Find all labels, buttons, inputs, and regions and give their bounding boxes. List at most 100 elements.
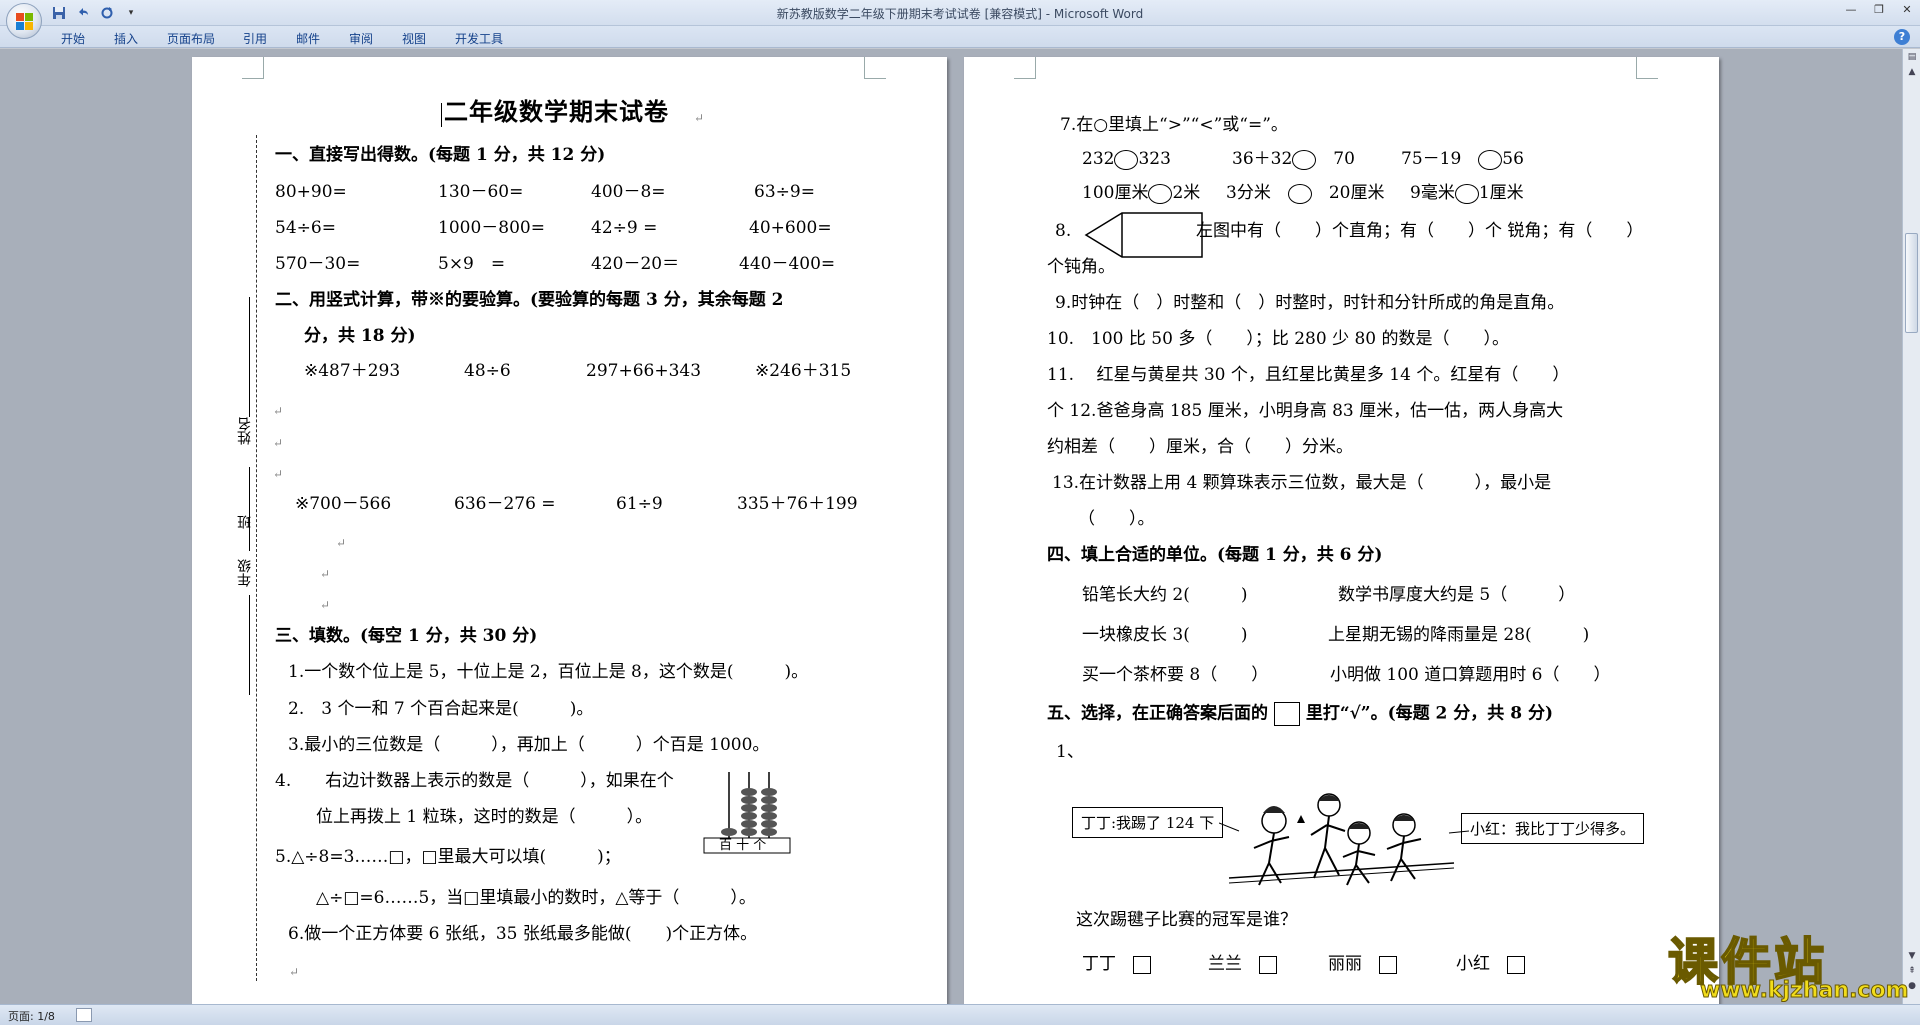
compare-circle[interactable]	[1454, 183, 1479, 204]
section-5-heading[interactable]: 五、选择，在正确答案后面的 里打“√”。(每题 2 分，共 8 分)	[1047, 702, 1553, 726]
compare-item[interactable]: 232 323	[1082, 148, 1171, 170]
question-10[interactable]: 10. 100 比 50 多（ ）；比 280 少 80 的数是（ ）。	[1047, 328, 1509, 350]
calc-item[interactable]: 400－8=	[591, 181, 666, 203]
tab-insert[interactable]: 插入	[114, 30, 138, 47]
question-6[interactable]: 6.做一个正方体要 6 张纸，35 张纸最多能做( )个正方体。	[288, 923, 757, 945]
choice-dingding[interactable]: 丁丁	[1082, 953, 1151, 975]
compare-item[interactable]: 9毫米 1厘米	[1410, 182, 1524, 204]
vertical-calc-item[interactable]: ※246＋315	[755, 360, 851, 382]
page-count[interactable]: 页面: 1/8	[8, 1008, 55, 1024]
compare-item[interactable]: 36＋32 70	[1232, 148, 1355, 170]
checkbox-icon[interactable]	[1259, 955, 1277, 974]
vertical-calc-item[interactable]: ※487＋293	[304, 360, 400, 382]
unit-item[interactable]: 数学书厚度大约是 5（ ）	[1338, 584, 1575, 606]
question-5[interactable]: 5.△÷8=3……□，□里最大可以填( )；	[275, 846, 621, 868]
checkbox-icon[interactable]	[1379, 955, 1397, 974]
office-button[interactable]	[6, 3, 42, 39]
choice-xiaohong[interactable]: 小红	[1456, 953, 1525, 975]
question-12-cont[interactable]: 约相差（ ）厘米，合（ ）分米。	[1047, 436, 1353, 458]
calc-item[interactable]: 130－60=	[438, 181, 523, 203]
choice-lanlan[interactable]: 兰兰	[1208, 953, 1277, 975]
vertical-scrollbar[interactable]: ▤ ▲ ▼ ⇞ ●	[1902, 49, 1920, 1004]
compare-item[interactable]: 100厘米 2米	[1082, 182, 1200, 204]
minimize-icon[interactable]: —	[1844, 3, 1858, 17]
tab-developer[interactable]: 开发工具	[455, 30, 503, 47]
question-8[interactable]: 左图中有（ ）个直角；有（ ）个 锐角；有（ ）	[1196, 220, 1643, 242]
tab-references[interactable]: 引用	[243, 30, 267, 47]
compare-circle[interactable]	[1292, 149, 1317, 170]
question-3[interactable]: 3.最小的三位数是（ ），再加上（ ）个百是 1000。	[288, 734, 769, 756]
question-8-number[interactable]: 8.	[1055, 220, 1071, 242]
section-2-heading-cont[interactable]: 分，共 18 分)	[304, 325, 416, 347]
tab-page-layout[interactable]: 页面布局	[167, 30, 215, 47]
calc-item[interactable]: 40+600=	[749, 217, 832, 239]
section-5-heading-part1: 五、选择，在正确答案后面的	[1047, 703, 1268, 724]
compare-circle[interactable]	[1478, 149, 1503, 170]
scroll-up-icon[interactable]: ▲	[1905, 65, 1919, 79]
vertical-calc-item[interactable]: 61÷9	[616, 493, 663, 515]
section-1-heading[interactable]: 一、直接写出得数。(每题 1 分，共 12 分)	[275, 144, 605, 166]
section-3-heading[interactable]: 三、填数。(每空 1 分，共 30 分)	[275, 625, 537, 647]
question-11[interactable]: 11. 红星与黄星共 30 个，且红星比黄星多 14 个。红星有（ ）	[1047, 364, 1569, 386]
page-left: 二年级数学期末试卷 ↵ 一、直接写出得数。(每题 1 分，共 12 分) 80+…	[192, 57, 947, 1004]
calc-item[interactable]: 42÷9 =	[591, 217, 657, 239]
vertical-calc-item[interactable]: ※700－566	[295, 493, 391, 515]
calc-item[interactable]: 570－30=	[275, 253, 360, 275]
ruler-toggle-icon[interactable]: ▤	[1905, 50, 1919, 64]
calc-item[interactable]: 440－400=	[739, 253, 835, 275]
office-logo-icon	[16, 13, 33, 30]
vertical-calc-item[interactable]: 297+66+343	[586, 360, 701, 382]
vertical-calc-item[interactable]: 48÷6	[464, 360, 511, 382]
unit-item[interactable]: 上星期无锡的降雨量是 28( )	[1328, 624, 1589, 646]
question-4-cont[interactable]: 位上再拨上 1 粒珠，这时的数是（ ）。	[316, 806, 652, 828]
question-12[interactable]: 个 12.爸爸身高 185 厘米，小明身高 83 厘米，估一估，两人身高大	[1047, 400, 1563, 422]
question-8-cont[interactable]: 个钝角。	[1047, 256, 1115, 278]
vertical-calc-item[interactable]: 335＋76＋199	[737, 493, 858, 515]
proofing-icon[interactable]	[76, 1008, 92, 1022]
question-13[interactable]: 13.在计数器上用 4 颗算珠表示三位数，最大是（ ），最小是	[1052, 472, 1551, 494]
calc-item[interactable]: 5×9 =	[438, 253, 505, 275]
compare-circle[interactable]	[1114, 149, 1139, 170]
section-2-heading[interactable]: 二、用竖式计算，带※的要验算。(要验算的每题 3 分，其余每题 2	[275, 289, 783, 311]
scroll-down-icon[interactable]: ▼	[1905, 949, 1919, 963]
tab-home[interactable]: 开始	[61, 30, 85, 47]
scroll-thumb[interactable]	[1905, 233, 1918, 333]
select-question-1[interactable]: 1、	[1056, 741, 1084, 763]
question-13-cont[interactable]: （ ）。	[1078, 508, 1155, 530]
checkbox-icon[interactable]	[1133, 955, 1151, 974]
question-1[interactable]: 1.一个数个位上是 5，十位上是 2，百位上是 8，这个数是( )。	[288, 661, 808, 683]
unit-item[interactable]: 买一个茶杯要 8（ ）	[1082, 664, 1268, 686]
calc-item[interactable]: 63÷9=	[754, 181, 815, 203]
pentagon-shape-image	[1084, 212, 1203, 258]
previous-page-icon[interactable]: ⇞	[1905, 964, 1919, 978]
help-icon[interactable]: ?	[1894, 29, 1910, 45]
compare-item[interactable]: 75－19 56	[1401, 148, 1524, 170]
calc-item[interactable]: 420－20＝	[591, 253, 679, 275]
section-4-heading[interactable]: 四、填上合适的单位。(每题 1 分，共 6 分)	[1047, 544, 1382, 566]
compare-circle[interactable]	[1148, 183, 1173, 204]
unit-item[interactable]: 铅笔长大约 2( )	[1082, 584, 1247, 606]
unit-item[interactable]: 一块橡皮长 3( )	[1082, 624, 1247, 646]
checkbox-icon[interactable]	[1507, 955, 1525, 974]
paragraph-mark: ↵	[320, 567, 331, 581]
question-9[interactable]: 9.时钟在（ ）时整和（ ）时整时，时针和分针所成的角是直角。	[1055, 292, 1564, 314]
vertical-calc-item[interactable]: 636－276 =	[454, 493, 556, 515]
calc-item[interactable]: 54÷6=	[275, 217, 336, 239]
tab-view[interactable]: 视图	[402, 30, 426, 47]
calc-item[interactable]: 1000－800=	[438, 217, 545, 239]
close-icon[interactable]: ✕	[1900, 3, 1914, 17]
compare-item[interactable]: 3分米 20厘米	[1226, 182, 1384, 204]
restore-icon[interactable]: ❐	[1872, 3, 1886, 17]
question-4[interactable]: 4. 右边计数器上表示的数是（ ），如果在个	[275, 770, 674, 792]
unit-item[interactable]: 小明做 100 道口算题用时 6（ ）	[1330, 664, 1610, 686]
calc-item[interactable]: 80+90=	[275, 181, 347, 203]
tab-review[interactable]: 审阅	[349, 30, 373, 47]
question-text[interactable]: 这次踢毽子比赛的冠军是谁？	[1076, 909, 1297, 931]
question-2[interactable]: 2. 3 个一和 7 个百合起来是( )。	[288, 698, 593, 720]
question-7[interactable]: 7.在○里填上“>”“<”或“=”。	[1060, 114, 1288, 136]
tab-mailings[interactable]: 邮件	[296, 30, 320, 47]
choice-lili[interactable]: 丽丽	[1328, 953, 1397, 975]
exam-title[interactable]: 二年级数学期末试卷	[444, 100, 669, 124]
question-5-cont[interactable]: △÷□=6……5，当□里填最小的数时，△等于（ ）。	[316, 887, 756, 909]
compare-circle[interactable]	[1287, 183, 1312, 204]
